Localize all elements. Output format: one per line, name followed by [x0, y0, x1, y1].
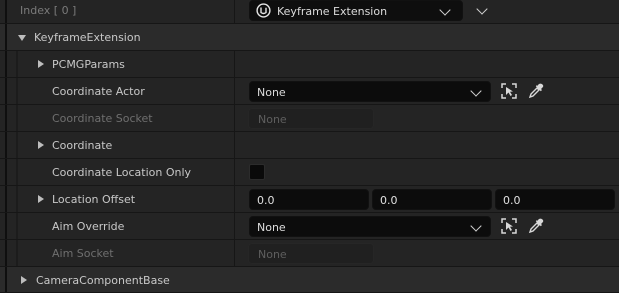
property-label: Aim Socket [52, 247, 114, 260]
eyedropper-icon[interactable] [527, 82, 545, 100]
combo-value: None [258, 113, 287, 126]
array-element-name-cell: Index [ 0 ] [0, 0, 235, 23]
category-label: CameraComponentBase [36, 274, 170, 287]
array-element-row: Index [ 0 ] Keyframe Extension [0, 0, 619, 24]
aim-socket-field: None [248, 243, 374, 264]
class-picker-combo[interactable]: Keyframe Extension [249, 0, 463, 21]
property-value-cell: None [236, 240, 619, 266]
property-name-cell: Aim Override [0, 213, 235, 239]
category-camera-component-base[interactable]: CameraComponentBase [0, 267, 619, 293]
property-name-cell: Coordinate Socket [0, 105, 235, 131]
property-name-cell: Aim Socket [0, 240, 235, 266]
tree-gutter [5, 24, 7, 50]
property-coordinate: Coordinate [0, 132, 619, 159]
category-keyframe-extension[interactable]: KeyframeExtension [0, 24, 619, 51]
number-value: 0.0 [257, 194, 275, 207]
chevron-down-icon [470, 220, 482, 232]
property-value-cell: None [236, 213, 619, 239]
chevron-down-icon [439, 4, 451, 16]
number-value: 0.0 [503, 194, 521, 207]
eyedropper-icon[interactable] [527, 217, 545, 235]
property-value-cell: None [236, 78, 619, 104]
array-element-value-cell: Keyframe Extension [236, 0, 619, 26]
expand-arrow-icon[interactable] [18, 35, 26, 41]
browse-actor-icon[interactable] [500, 82, 518, 100]
details-panel: Index [ 0 ] Keyframe Extension KeyframeE… [0, 0, 619, 293]
combo-value: None [257, 86, 286, 99]
property-aim-socket: Aim Socket None [0, 240, 619, 267]
property-name-cell: Coordinate [0, 132, 235, 158]
property-label: Location Offset [52, 193, 136, 206]
expand-arrow-icon[interactable] [21, 276, 27, 284]
property-label: Coordinate [52, 139, 113, 152]
unreal-logo-icon [256, 3, 271, 21]
location-offset-y-field[interactable]: 0.0 [372, 189, 492, 210]
coordinate-socket-field: None [248, 108, 374, 129]
chevron-down-icon[interactable] [476, 3, 488, 15]
property-value-cell: 0.0 0.0 0.0 [236, 186, 619, 212]
property-label: PCMGParams [52, 58, 125, 71]
class-picker-label: Keyframe Extension [277, 5, 388, 18]
array-index-label: Index [ 0 ] [20, 4, 77, 17]
property-label: Coordinate Actor [52, 85, 145, 98]
combo-value: None [258, 248, 287, 261]
location-offset-z-field[interactable]: 0.0 [495, 189, 615, 210]
property-value-cell [236, 159, 619, 185]
expand-arrow-icon[interactable] [38, 141, 44, 149]
property-value-cell: None [236, 105, 619, 131]
aim-override-picker[interactable]: None [249, 216, 491, 237]
expand-arrow-icon[interactable] [38, 60, 44, 68]
tree-gutter [5, 267, 7, 292]
property-name-cell: Coordinate Actor [0, 78, 235, 104]
coordinate-location-only-checkbox[interactable] [249, 164, 265, 180]
combo-value: None [257, 221, 286, 234]
property-name-cell: PCMGParams [0, 51, 235, 77]
expand-arrow-icon[interactable] [38, 195, 44, 203]
coordinate-actor-picker[interactable]: None [249, 81, 491, 102]
property-label: Coordinate Socket [52, 112, 153, 125]
chevron-down-icon [470, 85, 482, 97]
property-name-cell: Coordinate Location Only [0, 159, 235, 185]
number-value: 0.0 [380, 194, 398, 207]
property-label: Aim Override [52, 220, 125, 233]
property-location-offset: Location Offset 0.0 0.0 0.0 [0, 186, 619, 213]
property-name-cell: Location Offset [0, 186, 235, 212]
property-coordinate-location-only: Coordinate Location Only [0, 159, 619, 186]
location-offset-x-field[interactable]: 0.0 [249, 189, 369, 210]
property-coordinate-actor: Coordinate Actor None [0, 78, 619, 105]
browse-actor-icon[interactable] [500, 217, 518, 235]
property-aim-override: Aim Override None [0, 213, 619, 240]
property-coordinate-socket: Coordinate Socket None [0, 105, 619, 132]
category-label: KeyframeExtension [34, 31, 141, 44]
property-label: Coordinate Location Only [52, 166, 192, 179]
property-pcmg-params: PCMGParams [0, 51, 619, 78]
